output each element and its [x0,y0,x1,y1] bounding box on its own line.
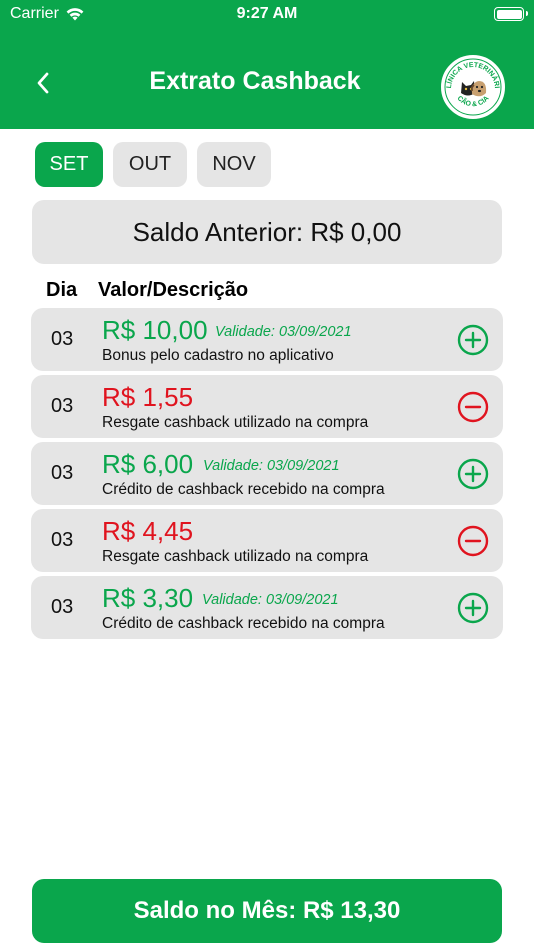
transaction-row[interactable]: 03 R$ 1,55 Resgate cashback utilizado na… [31,375,503,438]
transaction-description: Crédito de cashback recebido na compra [102,615,385,632]
transaction-row[interactable]: 03 R$ 10,00 Validade: 03/09/2021 Bonus p… [31,308,503,371]
tab-nov[interactable]: NOV [197,142,271,187]
transaction-amount: R$ 3,30 [102,583,194,613]
plus-circle-icon [457,324,489,356]
month-tabs: SET OUT NOV [35,142,271,187]
transaction-validity: Validade: 03/09/2021 [215,324,352,340]
transaction-day: 03 [51,328,74,350]
status-time: 9:27 AM [236,5,298,22]
transaction-amount: R$ 6,00 [102,449,194,479]
plus-circle-icon [457,592,489,624]
transaction-validity: Validade: 03/09/2021 [202,592,339,608]
transaction-validity: Validade: 03/09/2021 [203,458,340,474]
app-header: Carrier 9:27 AM Extrato Cashback CLÍNICA… [0,0,534,129]
transaction-description: Resgate cashback utilizado na compra [102,548,369,565]
month-balance-button[interactable]: Saldo no Mês: R$ 13,30 [32,879,502,943]
tab-set[interactable]: SET [35,142,103,187]
column-header-value: Valor/Descrição [98,279,249,301]
transaction-amount: R$ 4,45 [102,516,194,546]
status-bar: Carrier 9:27 AM [0,0,534,28]
transaction-amount: R$ 10,00 [102,315,208,345]
transaction-row[interactable]: 03 R$ 4,45 Resgate cashback utilizado na… [31,509,503,572]
transaction-description: Crédito de cashback recebido na compra [102,481,385,498]
tab-out[interactable]: OUT [113,142,187,187]
minus-circle-icon [457,525,489,557]
transaction-day: 03 [51,395,74,417]
plus-circle-icon [457,458,489,490]
transaction-row[interactable]: 03 R$ 3,30 Validade: 03/09/2021 Crédito … [31,576,503,639]
transaction-day: 03 [51,596,74,618]
transaction-description: Bonus pelo cadastro no aplicativo [102,347,334,364]
battery-icon [494,7,528,21]
transaction-list: 03 R$ 10,00 Validade: 03/09/2021 Bonus p… [31,308,503,643]
transaction-description: Resgate cashback utilizado na compra [102,414,369,431]
clinic-logo: CLÍNICA VETERINÁRIA CÃO & CIA [438,52,508,122]
transaction-day: 03 [51,462,74,484]
page-title: Extrato Cashback [149,67,361,95]
transaction-row[interactable]: 03 R$ 6,00 Validade: 03/09/2021 Crédito … [31,442,503,505]
transaction-amount: R$ 1,55 [102,382,194,412]
previous-balance: Saldo Anterior: R$ 0,00 [32,200,502,264]
transaction-day: 03 [51,529,74,551]
column-header-day: Dia [46,279,78,301]
minus-circle-icon [457,391,489,423]
